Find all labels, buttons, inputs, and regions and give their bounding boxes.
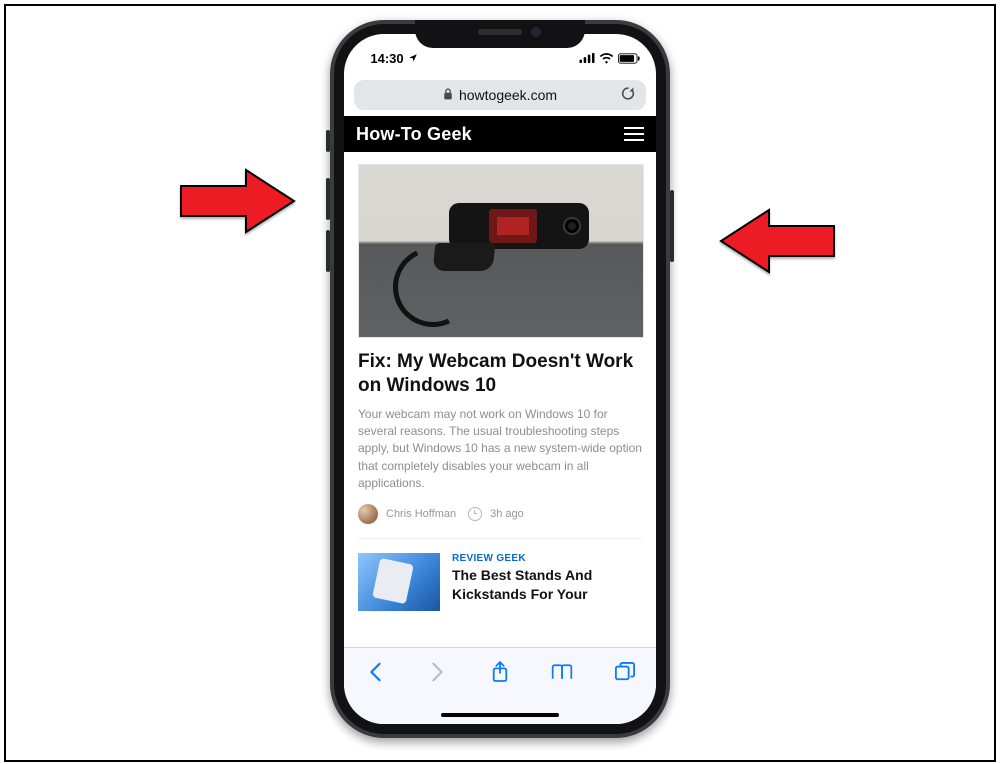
site-header: How-To Geek bbox=[344, 116, 656, 152]
phone-notch bbox=[415, 20, 585, 48]
article-time-ago: 3h ago bbox=[490, 508, 524, 520]
clock-icon bbox=[468, 507, 482, 521]
cell-signal-icon bbox=[579, 53, 595, 63]
battery-icon bbox=[618, 53, 640, 64]
article-author[interactable]: Chris Hoffman bbox=[386, 508, 456, 520]
lock-icon bbox=[443, 87, 453, 103]
bookmarks-button[interactable] bbox=[544, 658, 580, 686]
article-excerpt: Your webcam may not work on Windows 10 f… bbox=[358, 406, 642, 493]
home-indicator[interactable] bbox=[441, 713, 559, 717]
safari-address-host: howtogeek.com bbox=[459, 87, 557, 103]
safari-address-bar[interactable]: howtogeek.com bbox=[354, 80, 646, 110]
secondary-title: The Best Stands And Kickstands For Your bbox=[452, 566, 642, 602]
hamburger-menu-icon[interactable] bbox=[624, 127, 644, 141]
location-services-icon bbox=[408, 53, 418, 63]
wifi-icon bbox=[599, 53, 614, 64]
status-time: 14:30 bbox=[370, 51, 403, 66]
secondary-article[interactable]: REVIEW GEEK The Best Stands And Kickstan… bbox=[358, 539, 642, 611]
back-button[interactable] bbox=[357, 658, 393, 686]
page-frame: 14:30 bbox=[4, 4, 996, 762]
share-button[interactable] bbox=[482, 658, 518, 686]
reload-icon[interactable] bbox=[620, 86, 636, 105]
tabs-button[interactable] bbox=[607, 658, 643, 686]
phone-volume-down bbox=[326, 230, 330, 272]
article-title[interactable]: Fix: My Webcam Doesn't Work on Windows 1… bbox=[358, 350, 642, 398]
secondary-article-image bbox=[358, 553, 440, 611]
phone-device: 14:30 bbox=[330, 20, 670, 738]
annotation-arrow-right bbox=[719, 206, 829, 272]
avatar bbox=[358, 504, 378, 524]
phone-volume-up bbox=[326, 178, 330, 220]
page-content: Fix: My Webcam Doesn't Work on Windows 1… bbox=[344, 152, 656, 647]
safari-toolbar bbox=[344, 647, 656, 724]
article-byline: Chris Hoffman 3h ago bbox=[358, 504, 642, 539]
site-title[interactable]: How-To Geek bbox=[356, 124, 472, 145]
annotation-arrow-left bbox=[176, 166, 286, 232]
safari-address-area: howtogeek.com bbox=[344, 76, 656, 116]
secondary-category: REVIEW GEEK bbox=[452, 553, 642, 564]
phone-mute-switch bbox=[326, 130, 330, 152]
phone-power-button bbox=[670, 190, 674, 262]
forward-button bbox=[420, 658, 456, 686]
phone-screen: 14:30 bbox=[344, 34, 656, 724]
article-hero-image[interactable] bbox=[358, 164, 644, 338]
